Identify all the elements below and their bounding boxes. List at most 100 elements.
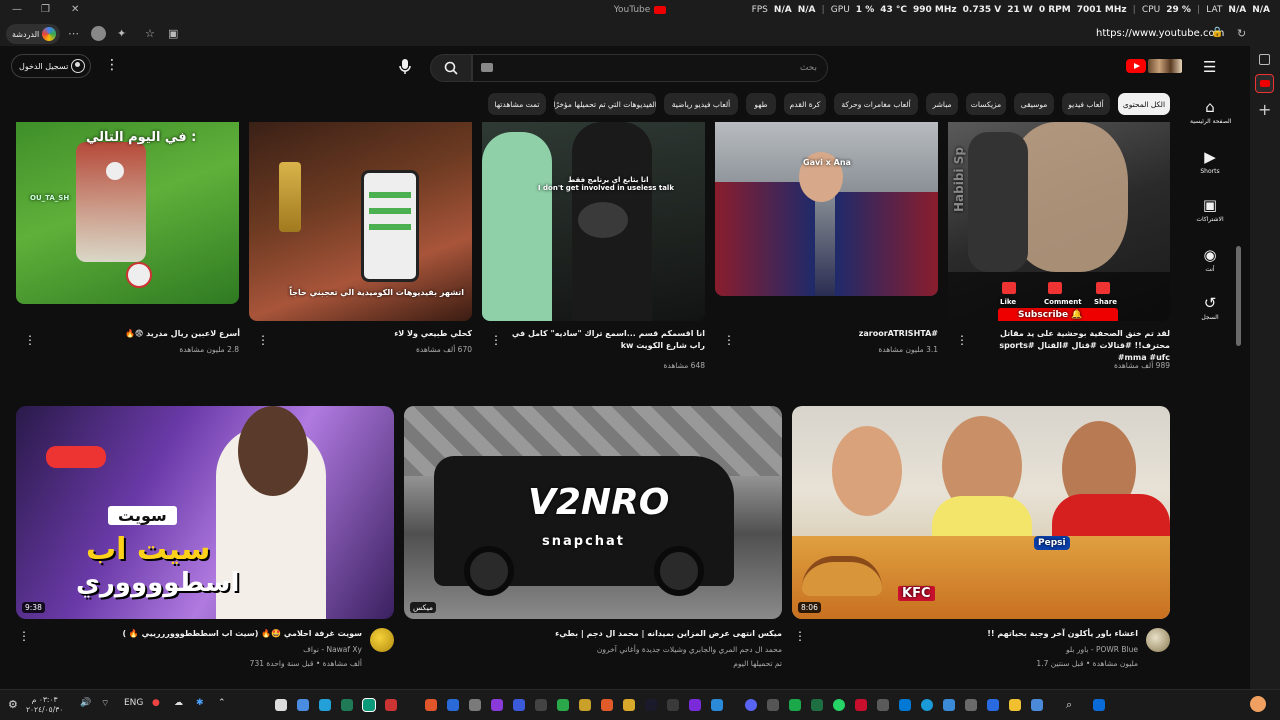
app-icon-4[interactable] (341, 699, 353, 711)
app-icon-22[interactable] (767, 699, 779, 711)
video-channel-1[interactable]: Nawaf Xy - نواف (40, 644, 362, 655)
video-menu-icon-2[interactable]: ⋮ (794, 630, 806, 642)
cloud-icon[interactable]: ☁ (174, 698, 183, 708)
chip-action-adventure[interactable]: ألعاب مغامرات وحركة (834, 93, 918, 115)
show-hidden-icon[interactable]: ⌃ (218, 698, 226, 708)
chip-music[interactable]: موسيقى (1014, 93, 1054, 115)
favorite-icon[interactable]: ☆ (145, 27, 155, 40)
app-icon-3[interactable] (319, 699, 331, 711)
whatsapp-icon[interactable] (833, 699, 845, 711)
short-title-3[interactable]: انا اقسمكم قسم ...اسمع تراك "ساديه" كامل… (506, 328, 705, 352)
app-icon-28[interactable] (899, 699, 911, 711)
app-icon-6[interactable] (385, 699, 397, 711)
app-icon-19[interactable] (689, 699, 701, 711)
menu-icon[interactable]: ☰ (1203, 58, 1216, 76)
video-thumbnail-1[interactable]: سويت سيت اب اسطووووري 9:38 (16, 406, 394, 619)
app-icon-26[interactable] (855, 699, 867, 711)
app-icon-9[interactable] (469, 699, 481, 711)
widgets-icon[interactable] (1250, 696, 1266, 712)
chrome-icon[interactable] (623, 699, 635, 711)
short-thumbnail-2[interactable]: اتشهر بفيديوهات الكوميدية الي تعجبني حاج… (249, 122, 472, 321)
address-bar[interactable]: https://www.youtube.com (1096, 28, 1224, 39)
app-icon-14[interactable] (579, 699, 591, 711)
more-icon[interactable]: ⋯ (68, 27, 79, 40)
volume-icon[interactable]: 🔊 (80, 698, 91, 708)
app-icon-31[interactable] (965, 699, 977, 711)
short-title-4[interactable]: #zaroorATRISHTA (739, 328, 938, 340)
video-title-3[interactable]: اعشاء باور يأكلون آخر وجبة بحياتهم !! (816, 628, 1138, 640)
short-menu-icon-4[interactable]: ⋮ (723, 334, 735, 346)
store-icon[interactable] (987, 699, 999, 711)
search-taskbar-icon[interactable]: ⌕ (1066, 698, 1072, 712)
chip-watched[interactable]: تمت مشاهدتها (488, 93, 546, 115)
edge-icon[interactable] (921, 699, 933, 711)
chip-mixes[interactable]: مزيكسات (966, 93, 1006, 115)
channel-avatar-1[interactable] (370, 628, 394, 652)
video-channel-3[interactable]: POWR Blue - باور بلو (816, 644, 1138, 655)
chip-live[interactable]: مباشر (926, 93, 958, 115)
wifi-icon[interactable]: ⌔ (101, 698, 109, 709)
chip-sports-games[interactable]: ألعاب فيديو رياضية (664, 93, 738, 115)
app-icon-20[interactable] (711, 699, 723, 711)
chip-recently-uploaded[interactable]: الفيديوهات التي تم تحميلها مؤخرًا (554, 93, 656, 115)
minimize-icon[interactable]: — (12, 4, 22, 15)
extensions-icon[interactable]: ✦ (117, 27, 126, 40)
short-thumbnail-4[interactable]: Gavi x Ana (715, 122, 938, 296)
sidebar-item-home[interactable]: ⌂ الصفحة الرئيسية (1190, 98, 1231, 125)
youtube-tab-icon[interactable] (1255, 74, 1274, 93)
discord-icon[interactable] (745, 699, 757, 711)
app-icon-17[interactable] (645, 699, 657, 711)
app-icon-8[interactable] (447, 699, 459, 711)
file-explorer-icon[interactable] (1009, 699, 1021, 711)
profile-avatar[interactable] (91, 26, 106, 41)
search-button[interactable] (430, 54, 472, 82)
page-scrollbar[interactable] (1236, 246, 1241, 346)
keyboard-icon[interactable] (481, 63, 493, 72)
short-menu-icon-2[interactable]: ⋮ (257, 334, 269, 346)
sidebar-item-subscriptions[interactable]: ▣ الاشتراكات (1190, 196, 1230, 223)
video-title-2[interactable]: ميكس انتهى عرض المزاين بميدانه | محمد ال… (428, 628, 782, 640)
excel-icon[interactable] (811, 699, 823, 711)
chip-video-games[interactable]: ألعاب فيديو (1062, 93, 1110, 115)
short-title-5[interactable]: لقد تم خنق الصحفية بوحشية على يد مقاتل م… (972, 328, 1170, 364)
media-app-icon[interactable] (275, 699, 287, 711)
short-thumbnail-3[interactable]: انا بتابع اي برنامج فقط I don't get invo… (482, 122, 705, 321)
chat-button[interactable]: الدردشة (6, 24, 60, 44)
start-icon[interactable] (1093, 699, 1105, 711)
video-title-1[interactable]: سويت غرفة احلامي 🤩🔥 (سيت اب اسطططوووررري… (40, 628, 362, 640)
video-channel-2[interactable]: محمد ال دجم المري والجابري وشيلات جديدة … (428, 644, 782, 655)
short-thumbnail-1[interactable]: في اليوم التالي : OU_TA_SH (16, 122, 239, 304)
refresh-icon[interactable]: ↻ (1237, 27, 1246, 40)
app-icon-11[interactable] (513, 699, 525, 711)
app-icon-23[interactable] (789, 699, 801, 711)
app-icon-12[interactable] (535, 699, 547, 711)
short-menu-icon-1[interactable]: ⋮ (24, 334, 36, 346)
video-thumbnail-3[interactable]: KFC Pepsi 8:06 (792, 406, 1170, 619)
app-icon-10[interactable] (491, 699, 503, 711)
video-menu-icon-1[interactable]: ⋮ (18, 630, 30, 642)
microphone-icon[interactable]: ● (152, 698, 160, 708)
voice-search-button[interactable] (391, 53, 419, 81)
sidebar-item-you[interactable]: ◉ أنت (1190, 246, 1230, 273)
firefox-icon[interactable] (425, 699, 437, 711)
close-icon[interactable]: ✕ (71, 4, 79, 15)
app-icon-34[interactable] (1031, 699, 1043, 711)
video-thumbnail-2[interactable]: V2NRO snapchat ميكس (404, 406, 782, 619)
lock-icon[interactable]: 🔒 (1211, 27, 1223, 38)
app-icon-15[interactable] (601, 699, 613, 711)
sign-in-button[interactable]: تسجيل الدخول (11, 54, 91, 78)
new-tab-icon[interactable]: + (1258, 100, 1271, 119)
tabs-icon[interactable] (1259, 54, 1270, 65)
channel-avatar-3[interactable] (1146, 628, 1170, 652)
short-title-1[interactable]: أسرع لاعبين ريال مدريد 😨🔥 (40, 328, 240, 340)
sidebar-item-shorts[interactable]: ▶ Shorts (1190, 148, 1230, 175)
app-icon-13[interactable] (557, 699, 569, 711)
short-menu-icon-5[interactable]: ⋮ (956, 334, 968, 346)
chip-cooking[interactable]: طهو (746, 93, 776, 115)
settings-menu-icon[interactable]: ⋮ (105, 58, 119, 72)
app-icon-27[interactable] (877, 699, 889, 711)
settings-icon[interactable]: ⚙ (8, 698, 18, 711)
language-indicator[interactable]: ENG (124, 698, 143, 708)
active-app-icon[interactable] (362, 698, 376, 712)
youtube-logo[interactable] (1126, 58, 1184, 74)
